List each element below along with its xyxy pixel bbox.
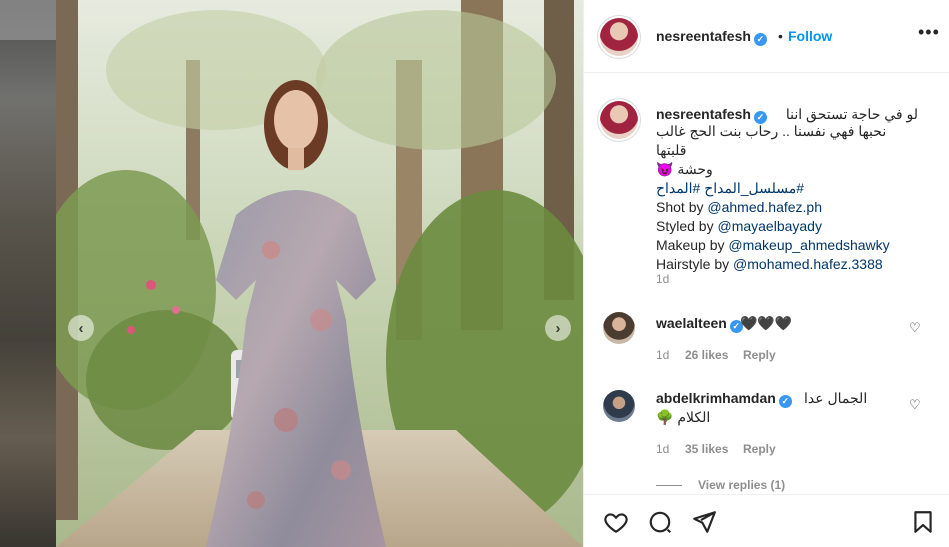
caption-styled-by: Styled by @mayaelbayady — [656, 217, 918, 236]
replies-divider — [656, 485, 682, 487]
post-caption: nesreentafesh ✓ لو في حاجة تستحق اننا نحب… — [656, 103, 918, 274]
view-replies-label[interactable]: View replies (1) — [698, 478, 785, 492]
more-options-icon[interactable]: ••• — [918, 22, 940, 43]
avatar[interactable] — [600, 18, 638, 56]
caption-author[interactable]: nesreentafesh ✓ — [656, 105, 767, 124]
caption-avatar[interactable] — [600, 101, 638, 139]
share-icon[interactable] — [691, 509, 717, 535]
post-photo[interactable] — [56, 0, 583, 547]
caption-timestamp[interactable]: 1d — [656, 272, 669, 286]
caption-arabic-line-3: وحشة 😈 — [656, 161, 713, 177]
verified-badge-icon: ✓ — [778, 395, 792, 408]
view-replies-button[interactable]: View replies (1) — [656, 478, 936, 494]
comment-avatar[interactable] — [603, 390, 635, 422]
shot-by-prefix: Shot by — [656, 199, 708, 215]
post-side-panel: nesreentafesh ✓ • Follow ••• nesreentafes… — [583, 0, 949, 547]
comment-reply-button[interactable]: Reply — [743, 348, 776, 362]
caption-author-text[interactable]: nesreentafesh — [656, 106, 751, 122]
chevron-left-icon[interactable]: ‹ — [68, 315, 94, 341]
comment-timestamp[interactable]: 1d — [656, 348, 669, 362]
comment-avatar[interactable] — [603, 312, 635, 344]
preview-top — [0, 0, 56, 40]
caption-hairstyle-by: Hairstyle by @mohamed.hafez.3388 — [656, 255, 918, 274]
hairstyle-by-link[interactable]: @mohamed.hafez.3388 — [733, 256, 883, 272]
username-text[interactable]: nesreentafesh — [656, 28, 751, 44]
comment-author-text[interactable]: abdelkrimhamdan — [656, 390, 776, 406]
comment-like-heart-icon[interactable]: ♡ — [909, 397, 921, 413]
comment-reply-button[interactable]: Reply — [743, 442, 776, 456]
comment-author[interactable]: abdelkrimhamdan ✓ — [656, 390, 792, 408]
caption-arabic-line-2: نحبها فهي نفسنا .. رحاب بنت الحج غالب قل… — [656, 123, 887, 158]
photo-illustration — [56, 0, 583, 547]
post-header: nesreentafesh ✓ • Follow ••• — [584, 0, 949, 73]
post-author-username[interactable]: nesreentafesh ✓ — [656, 28, 767, 46]
caption-shot-by: Shot by @ahmed.hafez.ph — [656, 198, 918, 217]
caption-makeup-by: Makeup by @makeup_ahmedshawky — [656, 236, 918, 255]
styled-by-prefix: Styled by — [656, 218, 718, 234]
comment-likes[interactable]: 26 likes — [685, 348, 728, 362]
comment-text: 🖤🖤🖤 — [740, 315, 793, 331]
makeup-by-link[interactable]: @makeup_ahmedshawky — [728, 237, 889, 253]
comment-like-heart-icon[interactable]: ♡ — [909, 320, 921, 336]
post-actions-bar — [584, 494, 949, 547]
instagram-post-modal: ‹ › nesreentafesh ✓ • Follow ••• nesreent… — [0, 0, 949, 547]
comment-author-text[interactable]: waelalteen — [656, 315, 727, 331]
comment-text-line-1: الجمال عدا — [804, 390, 868, 406]
chevron-right-icon[interactable]: › — [545, 315, 571, 341]
styled-by-link[interactable]: @mayaelbayady — [717, 218, 822, 234]
verified-badge-icon: ✓ — [753, 111, 767, 124]
makeup-by-prefix: Makeup by — [656, 237, 729, 253]
previous-post-preview[interactable] — [0, 0, 56, 547]
bookmark-icon[interactable] — [910, 509, 936, 535]
hairstyle-by-prefix: Hairstyle by — [656, 256, 734, 272]
caption-hashtags[interactable]: #مسلسل_المداح #المداح — [656, 179, 918, 198]
follow-separator: • — [778, 28, 783, 44]
heart-icon[interactable] — [603, 509, 629, 535]
caption-arabic-line-1: لو في حاجة تستحق اننا — [785, 106, 918, 122]
comment-timestamp[interactable]: 1d — [656, 442, 669, 456]
comment-text-line-2: الكلام 🌳 — [656, 409, 711, 425]
shot-by-link[interactable]: @ahmed.hafez.ph — [707, 199, 822, 215]
comment-likes[interactable]: 35 likes — [685, 442, 728, 456]
comment-icon[interactable] — [647, 509, 673, 535]
verified-badge-icon: ✓ — [753, 33, 767, 46]
comment-author[interactable]: waelalteen ✓ — [656, 315, 743, 333]
follow-button[interactable]: Follow — [788, 28, 832, 44]
